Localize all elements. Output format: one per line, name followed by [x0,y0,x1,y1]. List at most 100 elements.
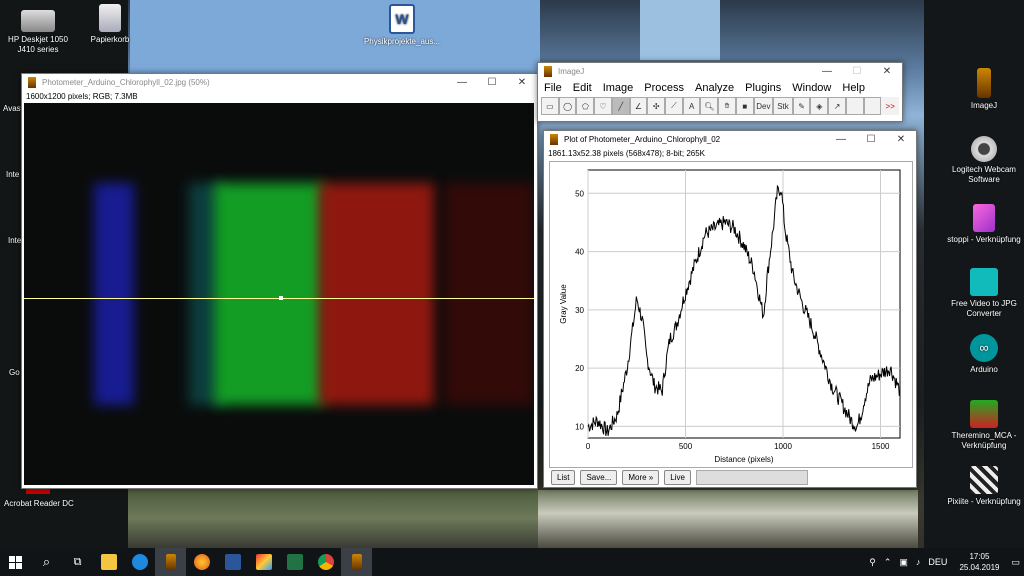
color-picker-tool-icon[interactable]: ■ [735,97,754,115]
minimize-icon[interactable]: — [812,63,842,80]
excel-icon[interactable] [279,548,310,576]
arrow-tool-icon[interactable]: ↗ [828,97,846,115]
desktop-icon-jpg-converter[interactable]: Free Video to JPG Converter [946,268,1022,319]
y-tick-label: 10 [575,422,584,431]
microscope-icon [28,77,36,88]
spectrum-image[interactable] [24,103,534,485]
x-tick-label: 500 [679,442,693,451]
more-tools-button[interactable]: >> [881,97,900,115]
desktop-icon-word-doc[interactable]: W Physikprojekte_aus... [362,4,442,47]
start-button[interactable] [0,548,31,576]
angle-tool-icon[interactable]: ∠ [629,97,648,115]
image-window-titlebar[interactable]: Photometer_Arduino_Chlorophyll_02.jpg (5… [22,74,537,91]
desktop-icon-label: Theremino_MCA - Verknüpfung [951,431,1017,450]
desktop-icon-logitech[interactable]: Logitech Webcam Software [946,136,1022,185]
line-handle[interactable] [279,296,283,300]
y-tick-label: 30 [575,306,584,315]
text-tool-icon[interactable]: A [682,97,701,115]
image-window[interactable]: Photometer_Arduino_Chlorophyll_02.jpg (5… [21,73,538,489]
file-explorer-icon[interactable] [93,548,124,576]
desktop-icon-theremino[interactable]: Theremino_MCA - Verknüpfung [946,400,1022,451]
hand-tool-icon[interactable]: ✋︎ [718,97,736,115]
firefox-icon[interactable] [186,548,217,576]
desktop-icon-arduino[interactable]: ∞ Arduino [946,334,1022,375]
desktop-icon-recycle-bin[interactable]: Papierkorb [72,4,148,45]
save-button[interactable]: Save... [580,470,618,485]
chevron-up-icon[interactable]: ⌃ [884,557,892,568]
freehand-tool-icon[interactable]: ♡ [594,97,612,115]
notification-icon[interactable]: ▭ [1011,557,1020,568]
y-axis-label: Gray Value [559,284,568,324]
wallpaper-balcony [538,490,918,548]
desktop-icon-printer[interactable]: HP Deskjet 1050 J410 series [0,4,76,55]
rectangle-tool-icon[interactable]: ▭ [541,97,559,115]
live-button[interactable]: Live [664,470,691,485]
desktop-icon-acrobat[interactable]: Acrobat Reader DC [4,499,74,508]
imagej-taskbar-icon[interactable] [155,548,186,576]
maximize-icon[interactable]: ☐ [842,63,872,80]
printer-icon [21,10,55,32]
close-icon[interactable]: ✕ [872,63,902,80]
plot-info: 1861.13x52.38 pixels (568x478); 8-bit; 2… [548,149,705,158]
clock[interactable]: 17:05 25.04.2019 [959,551,999,573]
plot-canvas[interactable]: 0 500 1000 1500 10 20 30 40 50 Distance (pixels)… [549,161,913,468]
developer-menu-button[interactable]: Dev [753,97,774,115]
menu-analyze[interactable]: Analyze [695,82,734,94]
menu-plugins[interactable]: Plugins [745,82,781,94]
line-tool-icon[interactable]: ╱ [611,97,630,115]
shortcut-icon [973,204,995,232]
menu-edit[interactable]: Edit [573,82,592,94]
menu-help[interactable]: Help [842,82,865,94]
desktop-icon-label: stoppi - Verknüpfung [947,235,1021,244]
language-indicator[interactable]: DEU [928,557,947,567]
people-icon[interactable]: ⚲ [869,557,876,568]
spectrum-band-green [214,183,324,405]
menu-image[interactable]: Image [603,82,634,94]
maximize-icon[interactable]: ☐ [856,131,886,148]
close-icon[interactable]: ✕ [886,131,916,148]
plot-window[interactable]: Plot of Photometer_Arduino_Chlorophyll_0… [543,130,917,488]
point-tool-icon[interactable]: ✣ [647,97,666,115]
pencil-tool-icon[interactable]: ✎ [792,97,811,115]
wand-tool-icon[interactable]: ⟋ [665,97,683,115]
oval-tool-icon[interactable]: ◯ [558,97,577,115]
minimize-icon[interactable]: — [826,131,856,148]
word-icon[interactable] [217,548,248,576]
close-icon[interactable]: ✕ [507,74,537,91]
magnifier-tool-icon[interactable]: 🔍︎ [700,97,719,115]
search-icon[interactable]: ⌕ [31,548,62,576]
plot-button-row: List Save... More » Live [551,470,808,485]
minimize-icon[interactable]: — [447,74,477,91]
menu-process[interactable]: Process [644,82,684,94]
flood-fill-tool-icon[interactable]: ◈ [810,97,829,115]
desktop-icon-label: Physikprojekte_aus... [363,37,441,46]
microscope-icon [977,68,991,98]
menu-window[interactable]: Window [792,82,831,94]
plot-window-titlebar[interactable]: Plot of Photometer_Arduino_Chlorophyll_0… [544,131,916,148]
maximize-icon[interactable]: ☐ [477,74,507,91]
spectrum-band-red [319,183,434,405]
system-tray: ⚲ ⌃ ▣ ♪ DEU 17:05 25.04.2019 ▭ [865,548,1024,576]
y-tick-label: 40 [575,248,584,257]
volume-icon[interactable]: ♪ [916,557,921,567]
stacks-menu-button[interactable]: Stk [773,97,793,115]
x-axis-label: Distance (pixels) [714,455,773,464]
desktop-icon-imagej[interactable]: ImageJ [946,68,1022,111]
desktop-icon-stoppi[interactable]: stoppi - Verknüpfung [946,204,1022,245]
imagej-window[interactable]: ImageJ — ☐ ✕ File Edit Image Process Ana… [537,62,903,122]
window-title: Plot of Photometer_Arduino_Chlorophyll_0… [564,135,721,144]
network-icon[interactable]: ▣ [899,557,908,568]
chrome-icon[interactable] [310,548,341,576]
desktop-icon-pixiite[interactable]: Pixiite - Verknüpfung [946,466,1022,507]
edge-icon[interactable] [124,548,155,576]
imagej-titlebar[interactable]: ImageJ — ☐ ✕ [538,63,902,80]
desktop-icon-label: ImageJ [970,101,998,110]
more-button[interactable]: More » [622,470,660,485]
menu-file[interactable]: File [544,82,562,94]
task-view-icon[interactable]: ⧉ [62,548,93,576]
imagej2-taskbar-icon[interactable] [341,548,372,576]
polygon-tool-icon[interactable]: ⬠ [576,97,595,115]
desktop-partial-label: Avast [3,104,23,113]
paint-icon[interactable] [248,548,279,576]
list-button[interactable]: List [551,470,576,485]
